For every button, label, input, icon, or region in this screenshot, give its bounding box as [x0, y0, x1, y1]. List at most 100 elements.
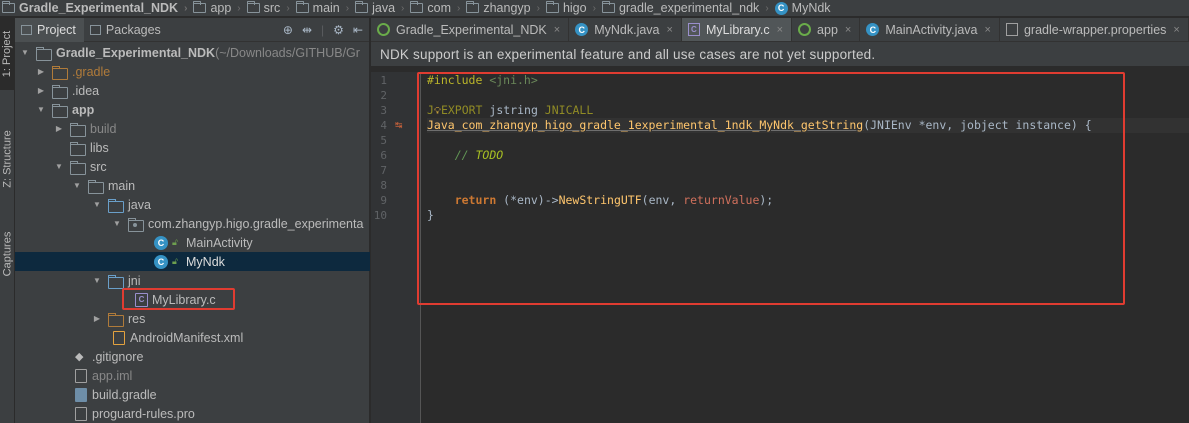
- hide-panel-icon[interactable]: ⇤: [353, 23, 363, 37]
- line-number: 6: [380, 149, 387, 162]
- gitignore-icon: ◆: [75, 351, 84, 363]
- folder-icon: [193, 1, 207, 13]
- tree-item-package[interactable]: ▼ com.zhangyp.higo.gradle_experimenta: [15, 214, 370, 233]
- tree-item-src-dir[interactable]: ▼ src: [15, 157, 370, 176]
- tab-gradle-experimental-ndk[interactable]: Gradle_Experimental_NDK ×: [371, 18, 570, 41]
- close-icon[interactable]: ×: [985, 24, 991, 36]
- code-line-9: return (*env)->NewStringUTF(env, returnV…: [454, 193, 774, 207]
- tab-gradle-wrapper-properties[interactable]: gradle-wrapper.properties ×: [1000, 18, 1189, 41]
- close-icon[interactable]: ×: [1173, 24, 1179, 36]
- text-file-icon: [75, 406, 87, 421]
- tree-item-gitignore[interactable]: ◆ .gitignore: [15, 347, 370, 366]
- folder-icon: [355, 1, 369, 13]
- line-number: 8: [380, 179, 387, 192]
- chevron-right-icon: ›: [765, 2, 769, 14]
- collapsed-arrow-icon[interactable]: ▶: [53, 123, 65, 135]
- chevron-right-icon: ›: [457, 2, 461, 14]
- tree-item-app-iml[interactable]: app.iml: [15, 366, 370, 385]
- class-icon: C: [154, 254, 168, 269]
- tree-item-build-dir[interactable]: ▶ build: [15, 119, 370, 138]
- folder-icon: [2, 1, 15, 13]
- tree-item-mylibrary-c[interactable]: C MyLibrary.c: [15, 290, 370, 309]
- close-icon[interactable]: ×: [667, 24, 673, 36]
- close-icon[interactable]: ×: [777, 24, 783, 36]
- tree-item-myndk[interactable]: C 🔓︎ MyNdk: [15, 252, 370, 271]
- chevron-right-icon: ›: [184, 2, 188, 14]
- tree-item-gradle-dir[interactable]: ▶ .gradle: [15, 62, 370, 81]
- tree-item-build-gradle[interactable]: build.gradle: [15, 385, 370, 404]
- tree-item-main-dir[interactable]: ▼ main: [15, 176, 370, 195]
- close-icon[interactable]: ×: [845, 24, 851, 36]
- project-tool-tab[interactable]: 1: Project: [0, 18, 15, 90]
- tree-item-java-dir[interactable]: ▼ java: [15, 195, 370, 214]
- breadcrumb-item-com[interactable]: com ›: [410, 1, 466, 15]
- collapsed-arrow-icon[interactable]: ▶: [35, 66, 47, 78]
- captures-tool-tab[interactable]: Captures: [0, 214, 15, 294]
- gradle-file-icon: [75, 387, 87, 402]
- tab-mainactivity-java[interactable]: C MainActivity.java ×: [860, 18, 1000, 41]
- chevron-right-icon: ›: [592, 2, 596, 14]
- lightbulb-icon[interactable]: 💡︎: [434, 106, 441, 117]
- class-icon: C: [774, 1, 788, 15]
- tree-item-androidmanifest[interactable]: AndroidManifest.xml: [15, 328, 370, 347]
- expanded-arrow-icon[interactable]: ▼: [53, 161, 65, 173]
- breadcrumb-item-myndk[interactable]: C MyNdk: [774, 1, 831, 15]
- gear-icon[interactable]: ⚙: [333, 23, 344, 37]
- folder-icon: [36, 46, 52, 61]
- breadcrumb-item-project[interactable]: Gradle_Experimental_NDK ›: [2, 1, 193, 15]
- folder-icon: [70, 141, 86, 156]
- collapsed-arrow-icon[interactable]: ▶: [91, 313, 103, 325]
- breadcrumb-item-main[interactable]: main ›: [295, 1, 355, 15]
- chevron-right-icon: ›: [286, 2, 290, 14]
- locate-icon[interactable]: ⊕: [283, 23, 293, 37]
- line-number: 9: [380, 194, 387, 207]
- line-number: 5: [380, 134, 387, 147]
- line-number: 7: [380, 164, 387, 177]
- collapsed-arrow-icon[interactable]: ▶: [35, 85, 47, 97]
- tab-app-gradle[interactable]: app ×: [792, 18, 861, 41]
- breadcrumb-item-zhangyp[interactable]: zhangyp ›: [466, 1, 546, 15]
- gradle-icon: [377, 23, 390, 36]
- expanded-arrow-icon[interactable]: ▼: [19, 47, 31, 59]
- package-icon: [410, 1, 424, 13]
- breadcrumb-item-java[interactable]: java ›: [355, 1, 410, 15]
- tree-item-idea-dir[interactable]: ▶ .idea: [15, 81, 370, 100]
- tree-item-res-dir[interactable]: ▶ res: [15, 309, 370, 328]
- expanded-arrow-icon[interactable]: ▼: [111, 218, 123, 230]
- breadcrumb-item-app[interactable]: app ›: [193, 1, 246, 15]
- folder-icon: [70, 122, 86, 137]
- tab-project[interactable]: Project: [15, 17, 84, 42]
- structure-tool-tab[interactable]: Z: Structure: [0, 114, 15, 204]
- navigate-to-declaration-icon[interactable]: ↹: [395, 118, 403, 133]
- project-panel-tabs: Project Packages ⊕ ⇹ | ⚙ ⇤: [15, 17, 369, 42]
- breadcrumb-item-src[interactable]: src ›: [246, 1, 296, 15]
- expanded-arrow-icon[interactable]: ▼: [91, 199, 103, 211]
- project-view-icon: [21, 24, 32, 35]
- folder-icon: [52, 84, 68, 99]
- package-icon: [545, 1, 559, 13]
- tab-mylibrary-c[interactable]: C MyLibrary.c ×: [681, 18, 793, 41]
- code-editor[interactable]: #include <jni.h> J💡︎EXPORT jstring JNICA…: [427, 72, 1189, 423]
- collapse-all-icon[interactable]: ⇹: [302, 23, 312, 37]
- breadcrumb-item-package[interactable]: gradle_experimental_ndk ›: [601, 1, 775, 15]
- breadcrumb-item-higo[interactable]: higo ›: [545, 1, 602, 15]
- expanded-arrow-icon[interactable]: ▼: [71, 180, 83, 192]
- tree-item-project-root[interactable]: ▼ Gradle_Experimental_NDK (~/Downloads/G…: [15, 43, 370, 62]
- close-icon[interactable]: ×: [554, 24, 560, 36]
- line-number: 1: [380, 74, 387, 87]
- tree-item-libs-dir[interactable]: libs: [15, 138, 370, 157]
- folder-icon: [246, 1, 260, 13]
- expanded-arrow-icon[interactable]: ▼: [35, 104, 47, 116]
- tree-item-app-module[interactable]: ▼ app: [15, 100, 370, 119]
- properties-icon: [1005, 23, 1018, 36]
- expanded-arrow-icon[interactable]: ▼: [91, 275, 103, 287]
- experimental-notice-banner: NDK support is an experimental feature a…: [371, 42, 1189, 66]
- tab-myndk-java[interactable]: C MyNdk.java ×: [569, 18, 682, 41]
- code-line-10: }: [427, 208, 434, 222]
- tab-packages[interactable]: Packages: [84, 18, 169, 42]
- tree-item-mainactivity[interactable]: C 🔓︎ MainActivity: [15, 233, 370, 252]
- chevron-right-icon: ›: [401, 2, 405, 14]
- tree-item-jni-dir[interactable]: ▼ jni: [15, 271, 370, 290]
- packages-view-icon: [89, 24, 101, 35]
- tree-item-proguard-rules[interactable]: proguard-rules.pro: [15, 404, 370, 423]
